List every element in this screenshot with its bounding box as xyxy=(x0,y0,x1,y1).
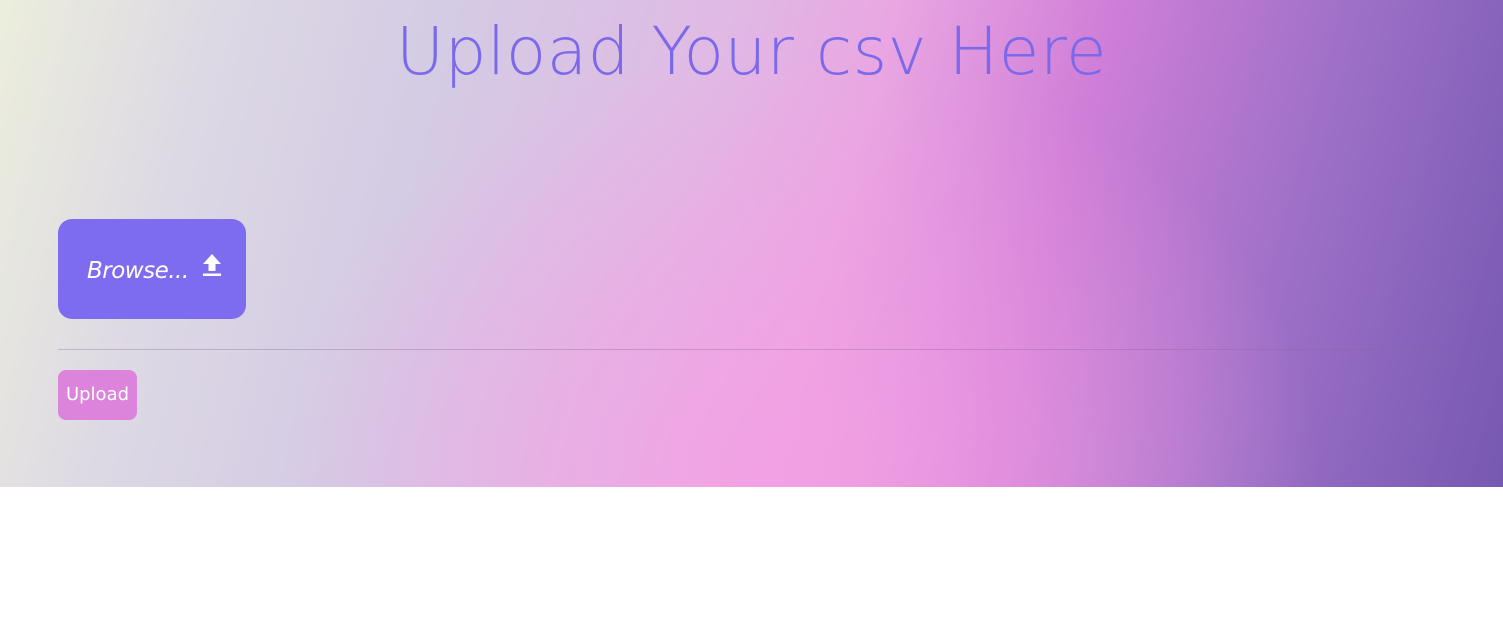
section-divider xyxy=(58,349,1447,350)
upload-arrow-icon xyxy=(202,253,222,277)
browse-button-label: Browse... xyxy=(87,258,189,284)
hero-section: Upload Your csv Here Browse... Upload xyxy=(0,0,1503,487)
page-title: Upload Your csv Here xyxy=(395,13,1108,90)
browse-file-button[interactable]: Browse... xyxy=(58,219,246,319)
upload-button[interactable]: Upload xyxy=(58,370,137,420)
